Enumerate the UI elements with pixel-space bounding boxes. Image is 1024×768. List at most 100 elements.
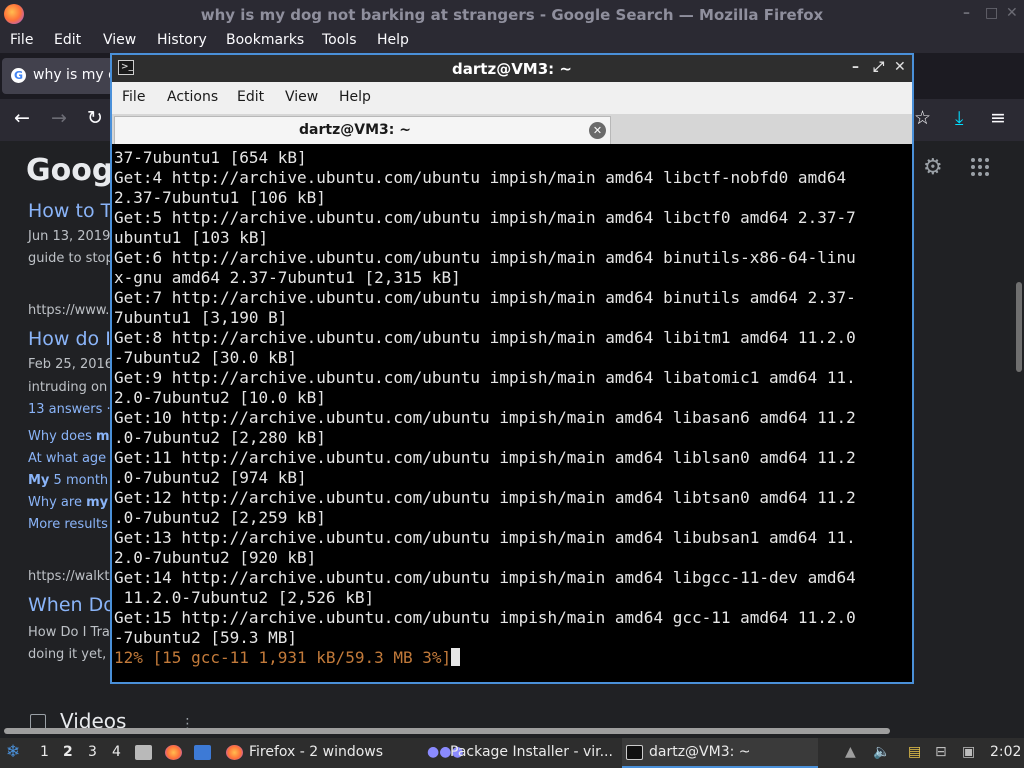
terminal-output-line: 2.0-7ubuntu2 [10.0 kB]: [114, 388, 326, 407]
terminal-menu-edit[interactable]: Edit: [237, 89, 264, 105]
more-results-link[interactable]: More results: [28, 517, 108, 532]
firefox-launcher-icon[interactable]: [165, 745, 182, 760]
terminal-tab-title: dartz@VM3: ~: [299, 122, 411, 138]
result-4-url[interactable]: https://walkth: [28, 569, 118, 584]
page-vertical-scrollbar[interactable]: [1016, 282, 1022, 372]
related-question-3[interactable]: My 5 month o: [28, 473, 120, 488]
terminal-progress-line: 12% [15 gcc-11 1,931 kB/59.3 MB 3%]: [114, 648, 910, 668]
terminal-output-line: .0-7ubuntu2 [2,280 kB]: [114, 428, 326, 447]
terminal-tab-close-icon[interactable]: ✕: [589, 122, 606, 139]
taskbar-task-firefox-label: Firefox - 2 windows: [249, 744, 384, 760]
terminal-cursor: [451, 648, 461, 666]
hamburger-menu-icon[interactable]: ≡: [990, 107, 1006, 129]
terminal-output-line: 2.0-7ubuntu2 [920 kB]: [114, 548, 317, 567]
related-1-prefix: Why does: [28, 429, 97, 444]
related-question-4[interactable]: Why are my d: [28, 495, 121, 510]
terminal-maximize-icon[interactable]: ⤢: [873, 59, 884, 75]
taskbar-task-terminal[interactable]: dartz@VM3: ~: [622, 738, 818, 768]
bookmark-star-icon[interactable]: ☆: [914, 107, 931, 129]
terminal-output-line: Get:7 http://archive.ubuntu.com/ubuntu i…: [114, 288, 856, 307]
show-desktop-icon[interactable]: [194, 745, 211, 760]
terminal-output-line: 37-7ubuntu1 [654 kB]: [114, 148, 307, 167]
firefox-titlebar[interactable]: why is my dog not barking at strangers -…: [0, 0, 1024, 30]
terminal-menu-help[interactable]: Help: [339, 89, 371, 105]
result-4-snippet-1: How Do I Tra: [28, 625, 110, 640]
close-icon[interactable]: ✕: [1006, 5, 1018, 21]
menu-file[interactable]: File: [10, 32, 33, 48]
result-1-title[interactable]: How to Tr: [28, 200, 117, 222]
result-2-answers[interactable]: 13 answers ·: [28, 402, 111, 417]
terminal-window[interactable]: >_ dartz@VM3: ~ – ⤢ ✕ File Actions Edit …: [110, 53, 914, 684]
terminal-titlebar[interactable]: >_ dartz@VM3: ~ – ⤢ ✕: [112, 55, 912, 82]
workspace-1[interactable]: 1: [40, 744, 49, 760]
taskbar-task-package-installer-label: Package Installer - vir...: [450, 744, 613, 760]
result-2-date: Feb 25, 2016: [28, 357, 114, 372]
taskbar-task-firefox[interactable]: Firefox - 2 windows: [222, 738, 418, 768]
menu-tools[interactable]: Tools: [322, 32, 357, 48]
maximize-icon[interactable]: □: [985, 5, 998, 21]
terminal-output-line: -7ubuntu2 [59.3 MB]: [114, 628, 298, 647]
terminal-output-line: .0-7ubuntu2 [974 kB]: [114, 468, 307, 487]
terminal-output-line: 2.37-7ubuntu1 [106 kB]: [114, 188, 326, 207]
result-2-title[interactable]: How do I: [28, 328, 111, 350]
minimize-icon[interactable]: –: [963, 5, 970, 21]
notification-icon[interactable]: ▣: [962, 744, 975, 760]
apt-progress-text: 12% [15 gcc-11 1,931 kB/59.3 MB 3%]: [114, 648, 452, 667]
back-icon[interactable]: ←: [14, 107, 30, 129]
terminal-output-line: Get:11 http://archive.ubuntu.com/ubuntu …: [114, 448, 856, 467]
terminal-minimize-icon[interactable]: –: [852, 59, 859, 75]
workspace-4[interactable]: 4: [112, 744, 121, 760]
file-manager-icon[interactable]: [135, 745, 152, 760]
workspace-3[interactable]: 3: [88, 744, 97, 760]
terminal-menubar: File Actions Edit View Help: [112, 82, 912, 114]
terminal-output-line: Get:9 http://archive.ubuntu.com/ubuntu i…: [114, 368, 856, 387]
update-notifier-icon[interactable]: ▲: [845, 744, 856, 760]
start-menu-icon[interactable]: ❄: [6, 742, 20, 762]
terminal-output-line: x-gnu amd64 2.37-7ubuntu1 [2,315 kB]: [114, 268, 461, 287]
terminal-output[interactable]: 37-7ubuntu1 [654 kB] Get:4 http://archive…: [114, 148, 910, 682]
desktop: why is my dog not barking at strangers -…: [0, 0, 1024, 768]
terminal-output-line: Get:4 http://archive.ubuntu.com/ubuntu i…: [114, 168, 847, 187]
related-3-bold: My: [28, 473, 50, 488]
terminal-tab[interactable]: dartz@VM3: ~ ✕: [114, 116, 611, 144]
terminal-output-line: Get:15 http://archive.ubuntu.com/ubuntu …: [114, 608, 856, 627]
settings-gear-icon[interactable]: ⚙: [923, 155, 947, 180]
terminal-task-icon: [626, 745, 643, 760]
terminal-menu-actions[interactable]: Actions: [167, 89, 218, 105]
terminal-menu-view[interactable]: View: [285, 89, 318, 105]
network-icon[interactable]: ⊟: [935, 744, 947, 760]
workspace-2[interactable]: 2: [63, 744, 73, 760]
menu-edit[interactable]: Edit: [54, 32, 81, 48]
downloads-icon[interactable]: ⤓: [955, 107, 963, 129]
clock[interactable]: 2:02: [990, 744, 1021, 760]
menu-history[interactable]: History: [157, 32, 207, 48]
google-favicon-icon: G: [11, 68, 26, 83]
page-horizontal-scrollbar[interactable]: [4, 728, 890, 734]
browser-tab-title: why is my d: [33, 67, 117, 83]
terminal-menu-file[interactable]: File: [122, 89, 145, 105]
volume-icon[interactable]: 🔈: [873, 744, 890, 760]
taskbar: ❄ 1 2 3 4 Firefox - 2 windows ●●● Packag…: [0, 738, 1024, 768]
result-4-title[interactable]: When Do: [28, 594, 115, 616]
reload-icon[interactable]: ↻: [87, 107, 103, 129]
result-2-snippet: intruding on y: [28, 380, 120, 395]
google-apps-icon[interactable]: [971, 158, 989, 176]
related-question-1[interactable]: Why does my: [28, 429, 118, 444]
terminal-output-line: Get:14 http://archive.ubuntu.com/ubuntu …: [114, 568, 856, 587]
terminal-output-line: Get:10 http://archive.ubuntu.com/ubuntu …: [114, 408, 856, 427]
browser-tab[interactable]: G why is my d: [2, 58, 117, 94]
terminal-output-line: Get:12 http://archive.ubuntu.com/ubuntu …: [114, 488, 856, 507]
related-4-bold: my: [86, 495, 109, 510]
terminal-close-icon[interactable]: ✕: [894, 59, 906, 75]
taskbar-task-package-installer[interactable]: ●●● Package Installer - vir...: [422, 738, 618, 768]
menu-bookmarks[interactable]: Bookmarks: [226, 32, 304, 48]
related-question-2[interactable]: At what age d: [28, 451, 119, 466]
menu-help[interactable]: Help: [377, 32, 409, 48]
result-2-url[interactable]: https://www.q: [28, 303, 118, 318]
menu-view[interactable]: View: [103, 32, 136, 48]
terminal-output-line: .0-7ubuntu2 [2,259 kB]: [114, 508, 326, 527]
forward-icon[interactable]: →: [51, 107, 67, 129]
clipboard-icon[interactable]: ▤: [908, 744, 921, 760]
terminal-window-title: dartz@VM3: ~: [452, 60, 572, 78]
terminal-output-line: ubuntu1 [103 kB]: [114, 228, 269, 247]
